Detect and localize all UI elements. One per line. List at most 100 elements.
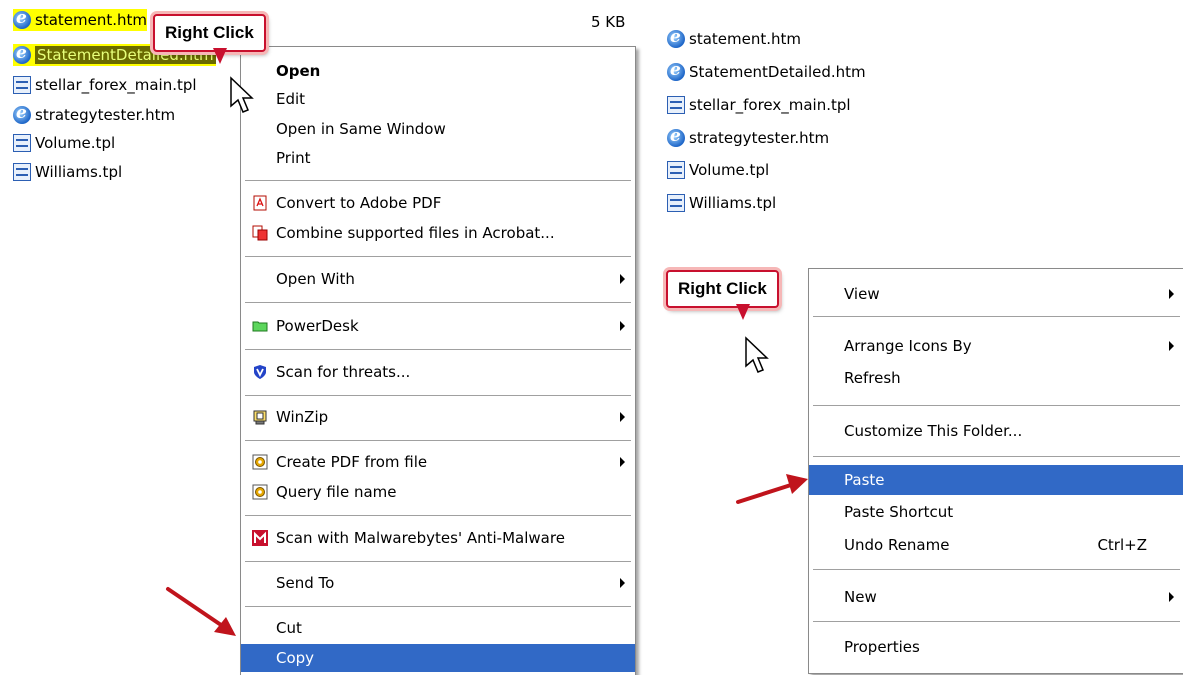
menu-separator: [245, 515, 631, 516]
file-item-strategytester-htm[interactable]: strategytester.htm: [13, 103, 175, 126]
pdf-gear-icon: [252, 454, 268, 470]
file-item-statement-htm[interactable]: statement.htm: [13, 8, 147, 31]
menu-item-copy[interactable]: Copy: [241, 644, 635, 672]
file-size: 5 KB: [591, 13, 626, 31]
file-name: statement.htm: [689, 30, 801, 48]
menu-item-send-to[interactable]: Send To: [241, 569, 635, 597]
callout-tail: [736, 304, 750, 320]
menu-item-open[interactable]: Open: [241, 57, 635, 85]
file-context-menu: Open Edit Open in Same Window Print Conv…: [240, 46, 636, 675]
submenu-arrow-icon: [620, 412, 625, 422]
menu-item-cut[interactable]: Cut: [241, 614, 635, 642]
template-file-icon: [13, 76, 31, 94]
powerdesk-folder-icon: [252, 321, 268, 332]
menu-separator: [245, 349, 631, 350]
menu-item-label: Combine supported files in Acrobat...: [276, 224, 555, 242]
annotation-arrow-icon: [736, 474, 808, 504]
acrobat-combine-icon: [252, 225, 268, 241]
menu-item-convert-to-adobe-pdf[interactable]: Convert to Adobe PDF: [241, 189, 635, 217]
menu-separator: [813, 569, 1180, 570]
mouse-pointer-icon: [230, 76, 254, 113]
menu-item-open-in-same-window[interactable]: Open in Same Window: [241, 115, 635, 143]
menu-item-arrange-icons-by[interactable]: Arrange Icons By: [809, 332, 1183, 360]
menu-item-create-pdf-from-file[interactable]: Create PDF from file: [241, 448, 635, 476]
menu-item-paste[interactable]: Paste: [809, 465, 1183, 495]
menu-separator: [813, 316, 1180, 317]
internet-explorer-icon: [13, 8, 31, 29]
menu-item-label: Paste: [844, 471, 885, 489]
menu-item-refresh[interactable]: Refresh: [809, 364, 1183, 392]
file-name: Williams.tpl: [689, 194, 777, 212]
file-name: stellar_forex_main.tpl: [689, 96, 851, 114]
file-name: statement.htm: [35, 11, 147, 29]
menu-item-paste-shortcut[interactable]: Paste Shortcut: [809, 498, 1183, 526]
submenu-arrow-icon: [1169, 592, 1174, 602]
menu-item-label: Paste Shortcut: [844, 503, 954, 521]
file-item-statementdetailed-htm[interactable]: StatementDetailed.htm: [667, 60, 866, 83]
menu-separator: [245, 440, 631, 441]
menu-item-customize-this-folder[interactable]: Customize This Folder...: [809, 417, 1183, 445]
menu-item-scan-with-malwarebytes[interactable]: Scan with Malwarebytes' Anti-Malware: [241, 524, 635, 552]
menu-separator: [813, 405, 1180, 406]
file-item-stellar-forex-main-tpl[interactable]: stellar_forex_main.tpl: [13, 74, 197, 96]
menu-item-combine-in-acrobat[interactable]: Combine supported files in Acrobat...: [241, 219, 635, 247]
adobe-pdf-icon: [253, 195, 267, 211]
menu-separator: [813, 456, 1180, 457]
right-click-callout: Right Click: [153, 14, 266, 64]
menu-item-print[interactable]: Print: [241, 144, 635, 172]
menu-separator: [813, 621, 1180, 622]
menu-item-label: Scan for threats...: [276, 363, 411, 381]
menu-item-label: Edit: [276, 90, 306, 108]
left-explorer-pane: statement.htm StatementDetailed.htm stel…: [0, 0, 646, 675]
file-item-williams-tpl[interactable]: Williams.tpl: [667, 192, 776, 214]
file-item-stellar-forex-main-tpl[interactable]: stellar_forex_main.tpl: [667, 94, 851, 116]
menu-item-label: Customize This Folder...: [844, 422, 1023, 440]
file-name: Williams.tpl: [35, 163, 123, 181]
menu-item-query-file-name[interactable]: Query file name: [241, 478, 635, 506]
menu-item-label: Properties: [844, 638, 920, 656]
menu-item-winzip[interactable]: WinZip: [241, 403, 635, 431]
menu-item-undo-rename[interactable]: Undo Rename Ctrl+Z: [809, 531, 1183, 559]
template-file-icon: [13, 134, 31, 152]
file-name: Volume.tpl: [689, 161, 770, 179]
file-item-volume-tpl[interactable]: Volume.tpl: [667, 159, 769, 181]
pdf-gear-icon: [252, 484, 268, 500]
submenu-arrow-icon: [1169, 341, 1174, 351]
template-file-icon: [667, 96, 685, 114]
menu-item-scan-for-threats[interactable]: Scan for threats...: [241, 358, 635, 386]
menu-separator: [245, 302, 631, 303]
menu-separator: [245, 606, 631, 607]
menu-item-label: Open: [276, 62, 321, 80]
annotation-arrow-icon: [166, 587, 236, 636]
internet-explorer-icon: [13, 103, 31, 124]
menu-item-label: Query file name: [276, 483, 397, 501]
callout-tail: [213, 48, 227, 64]
file-item-williams-tpl[interactable]: Williams.tpl: [13, 161, 122, 183]
menu-item-new[interactable]: New: [809, 583, 1183, 611]
menu-separator: [245, 180, 631, 181]
file-item-statement-htm[interactable]: statement.htm: [667, 27, 801, 50]
menu-item-label: Open in Same Window: [276, 120, 446, 138]
file-name: StatementDetailed.htm: [689, 63, 866, 81]
submenu-arrow-icon: [620, 578, 625, 588]
internet-explorer-icon: [13, 43, 31, 64]
callout-label: Right Click: [165, 23, 254, 42]
pane-divider: [646, 0, 658, 675]
menu-item-label: Arrange Icons By: [844, 337, 972, 355]
submenu-arrow-icon: [1169, 289, 1174, 299]
menu-item-properties[interactable]: Properties: [809, 633, 1183, 661]
submenu-arrow-icon: [620, 274, 625, 284]
file-item-volume-tpl[interactable]: Volume.tpl: [13, 132, 115, 154]
file-item-strategytester-htm[interactable]: strategytester.htm: [667, 126, 830, 149]
file-name: strategytester.htm: [689, 129, 830, 147]
menu-item-edit[interactable]: Edit: [241, 85, 635, 113]
menu-item-label: Cut: [276, 619, 302, 637]
menu-shortcut: Ctrl+Z: [1097, 536, 1147, 554]
menu-item-view[interactable]: View: [809, 280, 1183, 308]
file-name: Volume.tpl: [35, 134, 116, 152]
menu-item-powerdesk[interactable]: PowerDesk: [241, 312, 635, 340]
menu-item-label: PowerDesk: [276, 317, 359, 335]
menu-item-open-with[interactable]: Open With: [241, 265, 635, 293]
template-file-icon: [13, 163, 31, 181]
menu-item-label: Print: [276, 149, 311, 167]
